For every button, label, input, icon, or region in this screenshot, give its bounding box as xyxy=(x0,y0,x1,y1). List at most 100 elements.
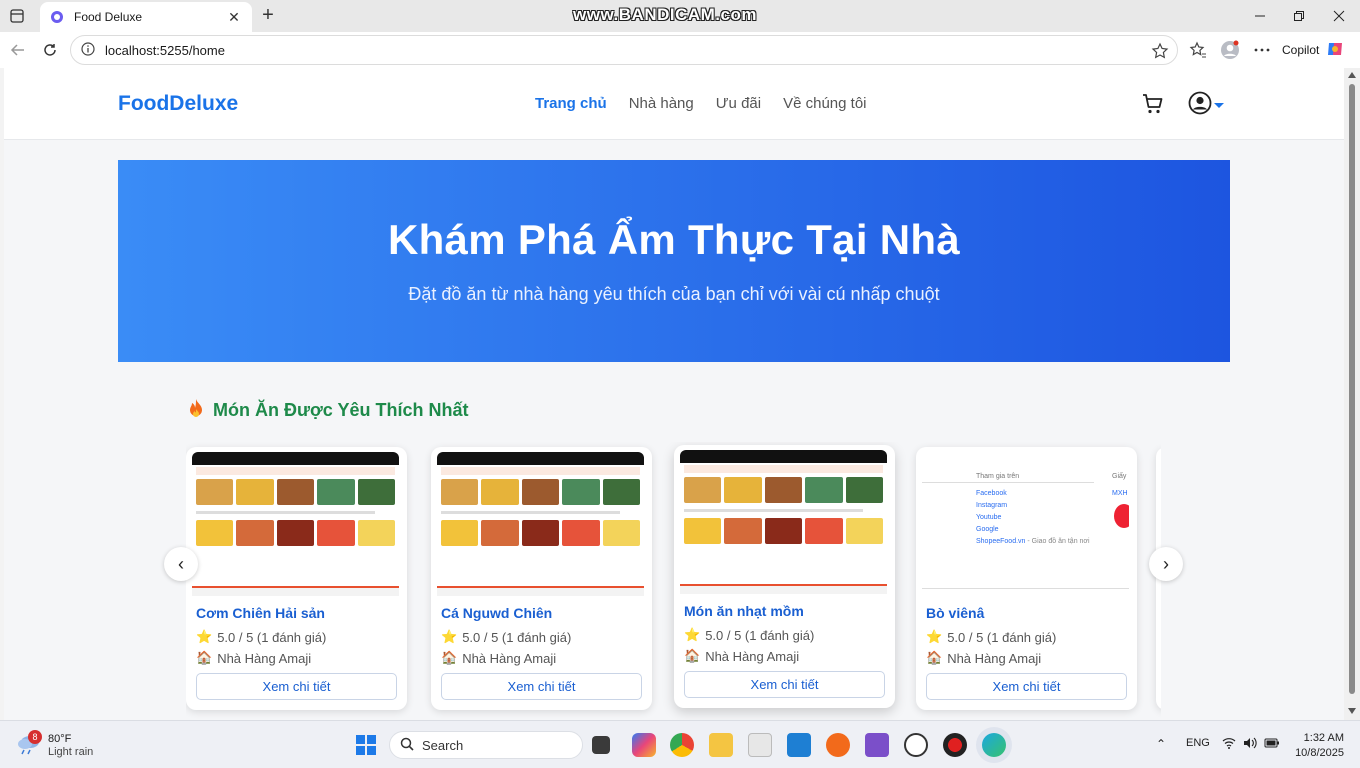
nav-offers[interactable]: Ưu đãi xyxy=(716,95,761,112)
page-viewport: FoodDeluxe Trang chủ Nhà hàng Ưu đãi Về … xyxy=(4,68,1344,720)
os-taskbar: 80°F Light rain 8 Search ⌃ ENG 1:32 AM 1… xyxy=(0,720,1360,768)
chrome-icon[interactable] xyxy=(670,733,694,757)
task-view-icon[interactable] xyxy=(592,736,610,754)
brand-logo[interactable]: FoodDeluxe xyxy=(118,92,238,116)
profile-icon[interactable] xyxy=(1220,40,1240,60)
dish-name[interactable]: Cá Nguwd Chiên xyxy=(441,605,552,621)
tab-actions-icon[interactable] xyxy=(8,7,26,25)
fire-icon xyxy=(187,398,205,423)
rating-text: 5.0 / 5 (1 đánh giá) xyxy=(705,627,815,643)
dish-restaurant: 🏠 Nhà Hàng Amaji xyxy=(196,650,311,666)
clock-date: 10/8/2025 xyxy=(1295,747,1344,759)
tray-overflow-icon[interactable]: ⌃ xyxy=(1156,737,1166,751)
postman-icon[interactable] xyxy=(826,733,850,757)
thumb-link-shopee: ShopeeFood.vn - Giao đồ ăn tận nơi xyxy=(976,538,1090,545)
dish-name[interactable]: Bò viênâ xyxy=(926,605,984,621)
thumb-tagline: - Giao đồ ăn tận nơi xyxy=(1027,538,1090,545)
taskbar-search[interactable]: Search xyxy=(389,731,583,759)
scroll-up-icon[interactable] xyxy=(1348,72,1356,78)
volume-icon[interactable] xyxy=(1243,737,1257,752)
visual-studio-icon[interactable] xyxy=(865,733,889,757)
vscode-icon[interactable] xyxy=(787,733,811,757)
dish-restaurant: 🏠 Nhà Hàng Amaji xyxy=(926,650,1041,666)
search-icon xyxy=(400,737,414,754)
thumb-link: Instagram xyxy=(976,502,1008,509)
new-tab-button[interactable]: + xyxy=(258,5,278,25)
view-details-button[interactable]: Xem chi tiết xyxy=(926,673,1127,700)
dish-rating: ⭐ 5.0 / 5 (1 đánh giá) xyxy=(684,627,814,643)
wifi-icon[interactable] xyxy=(1222,737,1236,752)
dish-rating: ⭐ 5.0 / 5 (1 đánh giá) xyxy=(926,629,1056,645)
favorite-star-icon[interactable] xyxy=(1151,42,1169,60)
restaurant-icon: 🏠 xyxy=(926,650,943,665)
soccer-app-icon[interactable] xyxy=(904,733,928,757)
snipping-tool-icon[interactable] xyxy=(748,733,772,757)
view-details-button[interactable]: Xem chi tiết xyxy=(684,671,885,698)
dish-restaurant: 🏠 Nhà Hàng Amaji xyxy=(441,650,556,666)
dish-rating: ⭐ 5.0 / 5 (1 đánh giá) xyxy=(441,629,571,645)
address-bar-row: localhost:5255/home Copilot xyxy=(0,32,1360,68)
url-field[interactable]: localhost:5255/home xyxy=(70,35,1178,65)
file-explorer-icon[interactable] xyxy=(709,733,733,757)
copilot-button[interactable]: Copilot xyxy=(1282,38,1345,62)
tab-close-icon[interactable]: ✕ xyxy=(226,9,242,26)
user-menu-button[interactable] xyxy=(1188,91,1224,120)
browser-tab[interactable]: Food Deluxe ✕ xyxy=(40,2,252,32)
scroll-down-icon[interactable] xyxy=(1348,708,1356,714)
dish-name[interactable]: Cơm Chiên Hải sản xyxy=(196,605,325,621)
restaurant-name: Nhà Hàng Amaji xyxy=(462,650,557,666)
favorites-icon[interactable] xyxy=(1188,40,1208,60)
restaurant-icon: 🏠 xyxy=(684,648,701,663)
view-details-button[interactable]: Xem chi tiết xyxy=(441,673,642,700)
language-indicator[interactable]: ENG xyxy=(1186,737,1210,749)
page-scrollbar[interactable] xyxy=(1344,68,1360,720)
star-icon: ⭐ xyxy=(926,629,943,644)
windows-start-icon[interactable] xyxy=(356,735,376,755)
star-icon: ⭐ xyxy=(684,627,701,642)
section-header: Món Ăn Được Yêu Thích Nhất xyxy=(187,398,469,423)
dish-image: Tham gia trên Giấy Facebook Instagram Yo… xyxy=(922,452,1129,596)
restore-icon[interactable] xyxy=(1289,6,1309,26)
reload-icon[interactable] xyxy=(40,40,60,60)
tab-title: Food Deluxe xyxy=(74,10,143,24)
clock-time: 1:32 AM xyxy=(1303,732,1344,744)
dish-rating: ⭐ 5.0 / 5 (1 đánh giá) xyxy=(196,629,326,645)
rating-text: 5.0 / 5 (1 đánh giá) xyxy=(947,629,1057,645)
bandicam-icon[interactable] xyxy=(943,733,967,757)
nav-about[interactable]: Về chúng tôi xyxy=(783,95,866,112)
weather-condition: Light rain xyxy=(48,745,94,758)
dish-card: Món ăn nhạt mồm ⭐ 5.0 / 5 (1 đánh giá) 🏠 N… xyxy=(674,445,895,708)
minimize-icon[interactable] xyxy=(1250,6,1270,26)
battery-icon[interactable] xyxy=(1264,737,1280,752)
restaurant-name: Nhà Hàng Amaji xyxy=(947,650,1042,666)
system-clock[interactable]: 1:32 AM 10/8/2025 xyxy=(1290,731,1344,761)
search-label: Search xyxy=(422,737,464,753)
back-icon[interactable] xyxy=(8,40,28,60)
dish-card: Tham gia trên Giấy Facebook Instagram Yo… xyxy=(916,447,1137,710)
recording-watermark: www.BANDICAM.com xyxy=(573,5,757,24)
restaurant-name: Nhà Hàng Amaji xyxy=(705,648,800,664)
view-details-button[interactable]: Xem chi tiết xyxy=(196,673,397,700)
site-favicon-icon xyxy=(50,10,64,24)
main-nav: Trang chủ Nhà hàng Ưu đãi Về chúng tôi xyxy=(535,95,867,112)
weather-temp: 80°F xyxy=(48,732,72,745)
nav-home[interactable]: Trang chủ xyxy=(535,95,607,112)
copilot-app-icon[interactable] xyxy=(632,733,656,757)
cart-icon[interactable] xyxy=(1141,92,1165,116)
thumb-link: ShopeeFood.vn xyxy=(976,538,1026,545)
dish-image xyxy=(192,452,399,596)
thumb-heading: Tham gia trên xyxy=(976,473,1020,480)
edge-icon[interactable] xyxy=(982,733,1006,757)
nav-restaurants[interactable]: Nhà hàng xyxy=(629,95,694,112)
chevron-down-icon xyxy=(1214,103,1224,108)
restaurant-icon: 🏠 xyxy=(441,650,458,665)
user-avatar-icon xyxy=(1188,91,1212,120)
window-close-icon[interactable] xyxy=(1329,6,1349,26)
dish-name[interactable]: Món ăn nhạt mồm xyxy=(684,603,804,619)
site-info-icon[interactable] xyxy=(81,42,97,58)
dish-carousel: Cơm Chiên Hải sản ⭐ 5.0 / 5 (1 đánh giá) … xyxy=(186,442,1161,720)
carousel-prev-button[interactable]: ‹ xyxy=(164,547,198,581)
scroll-thumb[interactable] xyxy=(1349,84,1355,694)
more-menu-icon[interactable] xyxy=(1252,40,1272,60)
carousel-next-button[interactable]: › xyxy=(1149,547,1183,581)
